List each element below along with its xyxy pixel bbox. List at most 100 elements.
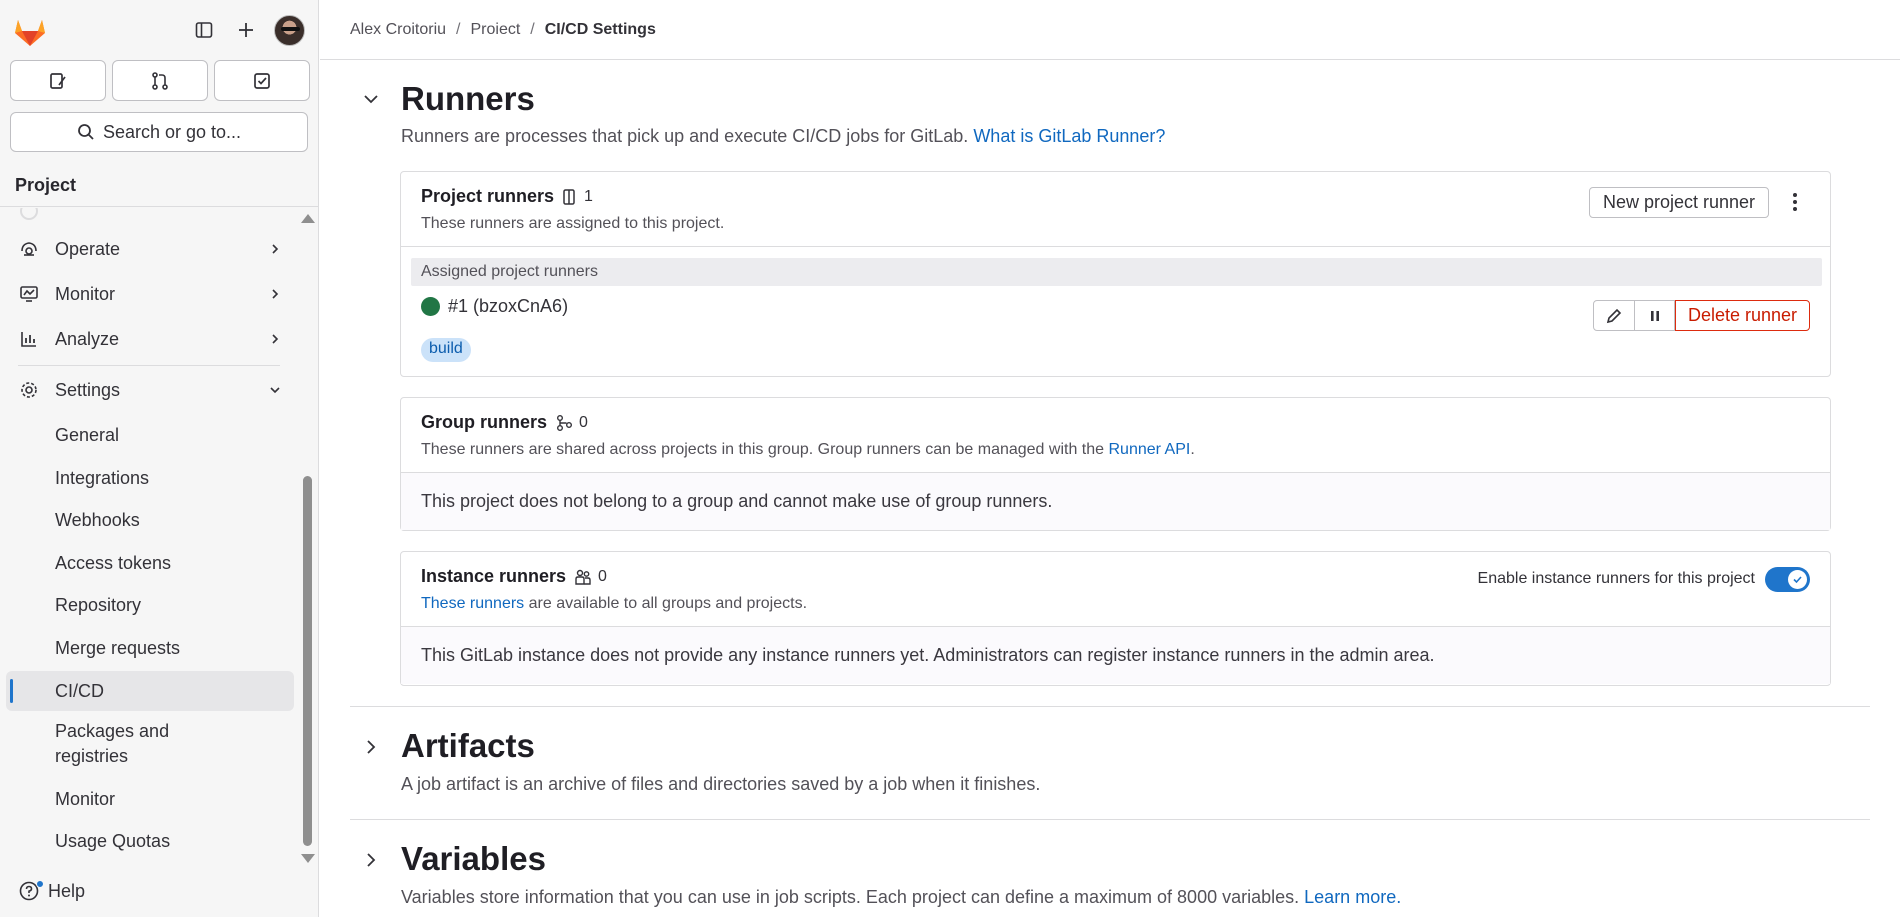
sidebar-toggle-icon[interactable]	[188, 14, 220, 46]
monitor-icon	[19, 284, 39, 304]
sidebar-item-analyze[interactable]: Analyze	[6, 319, 294, 359]
group-runners-card: Group runners 0 These runners are shared…	[400, 397, 1831, 531]
plus-icon[interactable]	[230, 14, 262, 46]
toggle-knob	[1788, 570, 1807, 589]
runner-online-status-icon	[421, 297, 440, 316]
sidebar: Search or go to... Project Operate Monit…	[0, 0, 319, 917]
card-header: Instance runners 0 These runners are ava…	[401, 552, 1830, 627]
runners-desc-text: Runners are processes that pick up and e…	[401, 126, 969, 146]
sidebar-item-label: Analyze	[55, 328, 120, 349]
group-runners-count: 0	[579, 413, 588, 431]
sidebar-item-label: Operate	[55, 238, 121, 259]
scroll-up-arrow-icon[interactable]	[301, 214, 315, 223]
sidebar-subitem-cicd[interactable]: CI/CD	[6, 671, 294, 711]
more-actions-kebab-icon[interactable]	[1783, 187, 1807, 217]
scroll-down-arrow-icon[interactable]	[301, 854, 315, 863]
sidebar-subitem-merge-requests[interactable]: Merge requests	[6, 628, 294, 668]
chevron-right-icon[interactable]	[362, 851, 380, 869]
chevron-down-icon[interactable]	[362, 90, 380, 108]
edit-runner-button[interactable]	[1593, 300, 1635, 331]
deployments-icon	[19, 239, 39, 259]
group-runners-desc: These runners are shared across projects…	[421, 441, 1810, 459]
sidebar-subitem-integrations[interactable]: Integrations	[6, 458, 294, 498]
settings-icon	[19, 380, 39, 400]
sidebar-item-operate[interactable]: Operate	[6, 229, 294, 269]
instance-runners-toggle[interactable]	[1765, 567, 1810, 592]
sidebar-subitem-webhooks[interactable]: Webhooks	[6, 500, 294, 540]
section-desc-runners: Runners are processes that pick up and e…	[401, 126, 1165, 147]
gitlab-logo-icon[interactable]	[12, 14, 48, 48]
runner-icon	[563, 188, 575, 205]
new-project-runner-button[interactable]: New project runner	[1589, 187, 1769, 218]
learn-more-link[interactable]: Learn more.	[1304, 887, 1401, 907]
sidebar-scrollbar[interactable]	[300, 208, 318, 870]
breadcrumb-user[interactable]: Alex Croitoriu	[350, 21, 446, 39]
chevron-right-icon	[272, 334, 279, 344]
merge-requests-button[interactable]	[112, 60, 208, 101]
group-runners-body: This project does not belong to a group …	[401, 473, 1830, 530]
instance-runners-toggle-label: Enable instance runners for this project	[1477, 570, 1755, 587]
sidebar-item-label: Monitor	[55, 283, 116, 304]
sidebar-item-settings[interactable]: Settings	[6, 370, 294, 410]
variables-desc-text: Variables store information that you can…	[401, 887, 1300, 907]
merge-requests-icon	[152, 71, 168, 90]
section-divider	[350, 819, 1870, 820]
project-runners-card: Project runners 1 These runners are assi…	[400, 171, 1831, 377]
instance-desc-text: are available to all groups and projects…	[528, 595, 808, 612]
sidebar-subitem-general[interactable]: General	[6, 415, 294, 455]
breadcrumb-separator: /	[530, 20, 535, 38]
instance-runners-card: Instance runners 0 These runners are ava…	[400, 551, 1831, 686]
runner-actions: Delete runner	[1593, 300, 1810, 331]
group-icon	[557, 414, 573, 431]
search-label: Search or go to...	[102, 121, 242, 142]
assigned-runners-header: Assigned project runners	[411, 258, 1822, 286]
sidebar-subitem-access-tokens[interactable]: Access tokens	[6, 543, 294, 583]
section-desc-artifacts: A job artifact is an archive of files an…	[401, 774, 1041, 794]
delete-runner-button[interactable]: Delete runner	[1675, 300, 1810, 331]
runners-help-link[interactable]: What is GitLab Runner?	[973, 126, 1165, 146]
help-label: Help	[48, 880, 86, 901]
group-desc-text: These runners are shared across projects…	[421, 441, 1105, 458]
section-title-artifacts[interactable]: Artifacts	[401, 727, 535, 765]
pause-runner-button[interactable]	[1635, 300, 1675, 331]
users-icon	[575, 569, 591, 585]
breadcrumb-project[interactable]: Proiect	[470, 21, 520, 39]
check-icon	[1793, 576, 1802, 584]
search-button[interactable]: Search or go to...	[10, 112, 308, 152]
section-title-runners[interactable]: Runners	[401, 80, 535, 118]
todo-button[interactable]	[214, 60, 310, 101]
chevron-right-icon[interactable]	[362, 738, 380, 756]
sidebar-subitem-repository[interactable]: Repository	[6, 585, 294, 625]
runner-count: 0	[555, 414, 588, 432]
avatar[interactable]	[274, 15, 305, 46]
sidebar-subitem-packages[interactable]: Packages and registries	[6, 719, 236, 769]
section-desc-variables: Variables store information that you can…	[401, 887, 1401, 908]
runner-api-link[interactable]: Runner API	[1109, 441, 1191, 458]
instance-runners-body: This GitLab instance does not provide an…	[401, 627, 1830, 684]
runner-item: #1 (bzoxCnA6)	[421, 296, 568, 317]
these-runners-link[interactable]: These runners	[421, 595, 524, 612]
sidebar-project-label: Project	[0, 163, 318, 207]
card-header: Group runners 0 These runners are shared…	[401, 398, 1830, 473]
section-divider	[350, 706, 1870, 707]
project-runners-count: 1	[584, 187, 593, 205]
runner-tag: build	[421, 338, 471, 362]
sidebar-item-monitor[interactable]: Monitor	[6, 274, 294, 314]
quick-actions	[10, 60, 310, 101]
group-runners-title: Group runners	[421, 412, 548, 432]
breadcrumb-current[interactable]: CI/CD Settings	[545, 21, 656, 39]
instance-runners-count: 0	[598, 567, 607, 585]
chevron-right-icon	[272, 244, 279, 254]
section-title-variables[interactable]: Variables	[401, 840, 546, 878]
partial-icon	[20, 208, 38, 220]
help-button[interactable]: Help	[18, 880, 85, 902]
runner-name[interactable]: #1 (bzoxCnA6)	[448, 296, 568, 317]
todo-icon	[254, 72, 270, 89]
issues-button[interactable]	[10, 60, 106, 101]
sidebar-subitem-usage-quotas[interactable]: Usage Quotas	[6, 821, 294, 861]
notification-dot	[36, 880, 44, 888]
scrollbar-thumb[interactable]	[303, 476, 312, 846]
chevron-down-icon	[270, 387, 280, 394]
sidebar-subitem-monitor[interactable]: Monitor	[6, 779, 294, 819]
sidebar-top	[0, 0, 318, 60]
